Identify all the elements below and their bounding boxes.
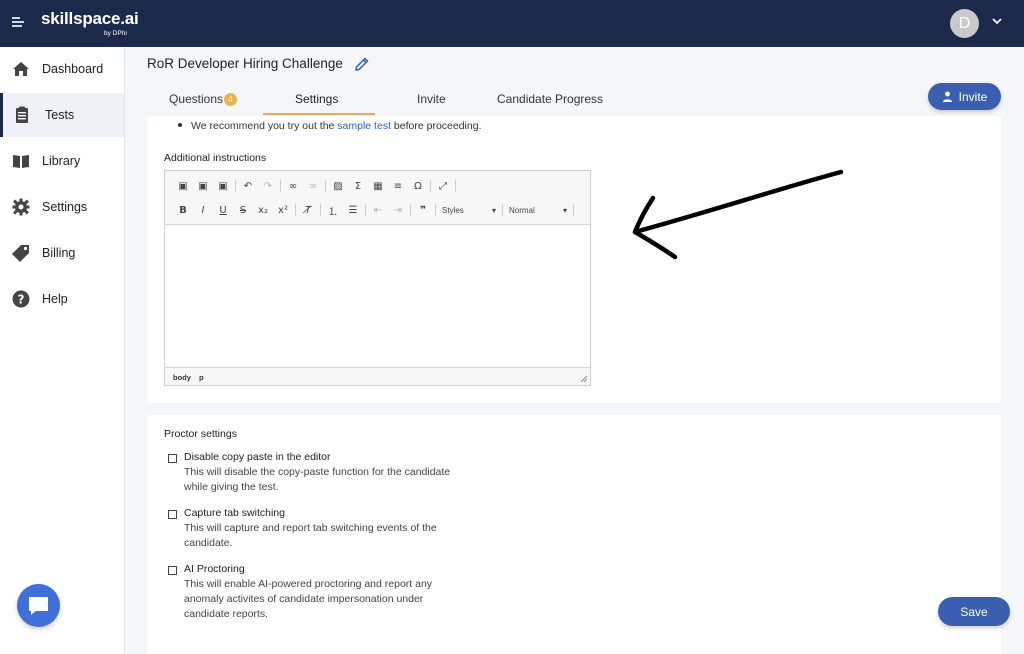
- page-title: RoR Developer Hiring Challenge: [147, 56, 343, 71]
- proctor-settings-label: Proctor settings: [164, 428, 237, 440]
- editor-status-bar: body p: [165, 367, 590, 385]
- superscript-icon[interactable]: x²: [273, 201, 293, 219]
- paste-icon[interactable]: ▣: [173, 177, 193, 195]
- italic-icon[interactable]: I: [193, 201, 213, 219]
- indent-icon[interactable]: ⇥: [388, 201, 408, 219]
- special-char-icon[interactable]: Ω: [408, 177, 428, 195]
- element-path-body[interactable]: body: [173, 373, 191, 382]
- question-icon: ?: [12, 290, 30, 308]
- sidebar-item-label: Billing: [42, 246, 76, 260]
- option-title: AI Proctoring: [184, 563, 245, 575]
- remove-format-icon[interactable]: T̸: [298, 201, 318, 219]
- sidebar-item-library[interactable]: Library: [0, 139, 124, 183]
- horizontal-line-icon[interactable]: ≡: [388, 177, 408, 195]
- subscript-icon[interactable]: x₂: [253, 201, 273, 219]
- recommend-note: We recommend you try out the sample test…: [178, 120, 481, 132]
- option-description: This will capture and report tab switchi…: [184, 522, 437, 549]
- paste-word-icon[interactable]: ▣: [213, 177, 233, 195]
- ai-proctoring-checkbox[interactable]: [168, 566, 177, 575]
- blockquote-icon[interactable]: ❞: [413, 201, 433, 219]
- paste-text-icon[interactable]: ▣: [193, 177, 213, 195]
- sidebar-item-label: Tests: [45, 108, 75, 122]
- annotation-arrow: [632, 169, 844, 260]
- save-button[interactable]: Save: [938, 597, 1010, 626]
- additional-instructions-label: Additional instructions: [164, 152, 267, 164]
- sidebar-item-label: Dashboard: [42, 62, 104, 76]
- sidebar-item-dashboard[interactable]: Dashboard: [0, 47, 124, 91]
- disable-copy-paste-checkbox[interactable]: [168, 454, 177, 463]
- dropdown-caret-icon: ▾: [491, 205, 496, 215]
- format-dropdown[interactable]: Normal ▾: [505, 202, 571, 218]
- chat-launcher-button[interactable]: [17, 584, 60, 627]
- svg-text:?: ?: [18, 293, 25, 307]
- tab-questions[interactable]: Questions 4: [169, 92, 238, 106]
- pencil-icon[interactable]: [354, 56, 370, 72]
- menu-icon[interactable]: [12, 17, 24, 27]
- bold-icon[interactable]: B: [173, 201, 193, 219]
- book-icon: [13, 155, 29, 168]
- option-title: Disable copy paste in the editor: [184, 451, 331, 463]
- undo-icon[interactable]: ↶: [238, 177, 258, 195]
- brand-sub: by DPhi: [104, 30, 127, 37]
- strikethrough-icon[interactable]: S: [233, 201, 253, 219]
- avatar[interactable]: D: [950, 9, 979, 38]
- tab-label: Questions: [169, 92, 224, 106]
- math-icon[interactable]: Σ: [348, 177, 368, 195]
- resize-grip-icon[interactable]: [580, 375, 588, 383]
- invite-button[interactable]: Invite: [928, 83, 1001, 110]
- sidebar-item-help[interactable]: ? Help: [0, 277, 124, 321]
- sidebar-item-settings[interactable]: Settings: [0, 185, 124, 229]
- redo-icon[interactable]: ↷: [258, 177, 278, 195]
- gear-icon: [12, 198, 30, 216]
- active-tab-indicator: [263, 113, 375, 115]
- sidebar-item-tests[interactable]: Tests: [0, 93, 124, 137]
- capture-tab-switching-checkbox[interactable]: [168, 510, 177, 519]
- image-icon[interactable]: ▨: [328, 177, 348, 195]
- top-bar: skillspace.ai by DPhi D: [0, 0, 1024, 47]
- sidebar-item-billing[interactable]: Billing: [0, 231, 124, 275]
- numbered-list-icon[interactable]: ⒈: [323, 201, 343, 219]
- chat-icon: [29, 597, 48, 615]
- rich-text-editor: ▣ ▣ ▣ ↶ ↷ ∞ ∞ ▨ Σ ▦ ≡ Ω ⤢ B I U S x₂ x²: [164, 170, 591, 386]
- sidebar: Dashboard Tests Library Settings Billing…: [0, 47, 125, 654]
- home-icon: [13, 62, 29, 76]
- clipboard-icon: [16, 106, 28, 123]
- sidebar-item-label: Library: [42, 154, 81, 168]
- tab-settings[interactable]: Settings: [295, 92, 338, 106]
- link-icon[interactable]: ∞: [283, 177, 303, 195]
- unlink-icon[interactable]: ∞: [303, 177, 323, 195]
- chevron-down-icon[interactable]: [991, 15, 1003, 27]
- sidebar-item-label: Settings: [42, 200, 88, 214]
- tab-invite[interactable]: Invite: [417, 92, 446, 106]
- person-icon: [942, 91, 952, 102]
- option-title: Capture tab switching: [184, 507, 285, 519]
- option-description: This will disable the copy-paste functio…: [184, 466, 451, 493]
- bulleted-list-icon[interactable]: ☰: [343, 201, 363, 219]
- tag-icon: [12, 245, 29, 262]
- styles-dropdown[interactable]: Styles ▾: [438, 202, 500, 218]
- dropdown-caret-icon: ▾: [562, 205, 567, 215]
- editor-content-area[interactable]: [165, 225, 590, 367]
- questions-count-badge: 4: [224, 93, 238, 106]
- sample-test-link[interactable]: sample test: [337, 120, 391, 132]
- brand-logo[interactable]: skillspace.ai: [41, 9, 139, 29]
- element-path-p[interactable]: p: [199, 373, 204, 382]
- table-icon[interactable]: ▦: [368, 177, 388, 195]
- invite-button-label: Invite: [958, 89, 988, 104]
- outdent-icon[interactable]: ⇤: [368, 201, 388, 219]
- tab-candidate-progress[interactable]: Candidate Progress: [497, 92, 603, 106]
- editor-toolbar: ▣ ▣ ▣ ↶ ↷ ∞ ∞ ▨ Σ ▦ ≡ Ω ⤢ B I U S x₂ x²: [165, 171, 590, 225]
- underline-icon[interactable]: U: [213, 201, 233, 219]
- maximize-icon[interactable]: ⤢: [433, 177, 453, 195]
- option-description: This will enable AI-powered proctoring a…: [184, 578, 433, 620]
- sidebar-item-label: Help: [42, 292, 68, 306]
